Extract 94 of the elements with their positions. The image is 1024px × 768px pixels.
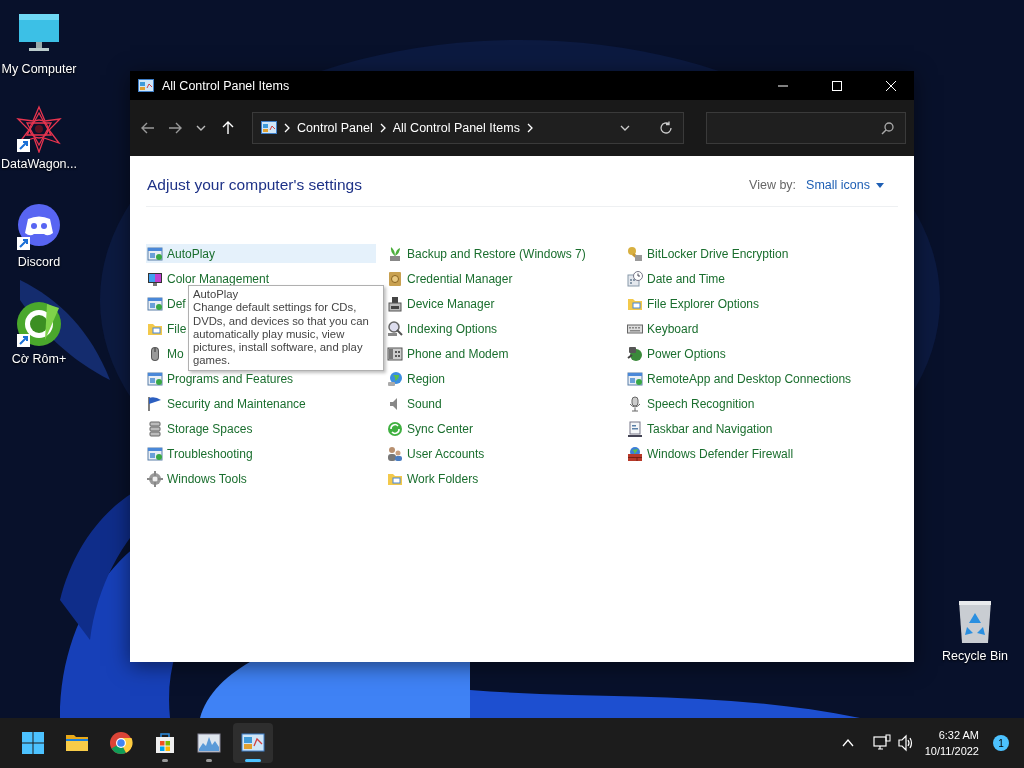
view-by-label: View by: [749,178,797,192]
settings-link[interactable]: Windows Tools [146,469,247,488]
settings-link[interactable]: Sync Center [386,419,474,438]
page-heading: Adjust your computer's settings [147,176,363,194]
settings-link[interactable]: Device Manager [386,294,495,313]
panel-window-icon [261,120,277,136]
settings-link[interactable]: Region [386,369,446,388]
breadcrumb[interactable]: Control Panel [297,121,373,135]
settings-link[interactable]: Taskbar and Navigation [626,419,773,438]
breadcrumb[interactable]: All Control Panel Items [392,121,520,135]
search-icon[interactable] [881,121,895,135]
refresh-icon[interactable] [659,121,673,135]
window-icon [147,245,163,262]
window-icon [627,370,643,387]
icon-label: DataWagon... [1,157,77,171]
taskbar-button[interactable] [233,723,273,763]
maximize-icon[interactable] [832,80,842,91]
forward-arrow-icon[interactable] [166,120,183,136]
settings-link[interactable]: Programs and Features [146,369,294,388]
power-icon [627,345,643,362]
clock-time: 6:32 AM [938,728,979,743]
settings-link[interactable]: Work Folders [386,469,479,488]
view-dropdown[interactable]: Small icons [806,178,884,192]
settings-link[interactable]: RemoteApp and Desktop Connections [626,369,852,388]
back-arrow-icon[interactable] [140,120,157,136]
settings-link[interactable]: Power Options [626,344,726,363]
document-icon [627,420,643,437]
icon-label: My Computer [1,62,77,76]
monitor-icon [147,270,163,287]
chevron-icon[interactable] [525,123,534,133]
chevron-icon[interactable] [378,123,387,133]
phone-icon [387,345,403,362]
settings-link[interactable]: Backup and Restore (Windows 7) [386,244,586,263]
sync-icon [387,420,403,437]
shortcut-icon[interactable] [15,203,63,251]
globe-icon [387,370,403,387]
network-icon[interactable] [872,734,891,752]
search-field[interactable] [706,112,906,144]
volume-icon[interactable] [896,734,915,752]
magnifier-icon [387,320,403,337]
gear-icon [147,470,163,487]
settings-link[interactable]: Keyboard [626,319,699,338]
chart-window-icon [197,731,221,755]
plant-icon [387,245,403,262]
icon-label: Recycle Bin [942,649,1008,663]
chevron-icon[interactable] [283,123,291,133]
caret-icon[interactable] [876,182,884,188]
store-icon [153,731,177,755]
settings-link[interactable]: Windows Defender Firewall [626,444,794,463]
settings-link[interactable]: Mo [146,344,184,363]
shortcut-icon[interactable] [15,300,63,348]
brick-wall-icon [627,445,643,462]
disk-stack-icon [147,420,163,437]
flag-icon [147,395,163,412]
settings-link[interactable]: Color Management [146,269,270,288]
icon-label: Cờ Rôm+ [11,352,67,366]
close-icon[interactable] [886,80,896,91]
address-bar[interactable]: Control Panel All Control Panel Items [252,112,684,144]
settings-link[interactable]: Sound [386,394,442,413]
window-title: All Control Panel Items [162,78,291,93]
calendar-icon [627,270,643,287]
settings-link[interactable]: BitLocker Drive Encryption [626,244,789,263]
settings-link[interactable]: Storage Spaces [146,419,253,438]
tooltip-text: Change default settings for CDs, DVDs, and devices so that you can automatically play music, view pictures, install software, and play games. [193,301,370,368]
settings-link[interactable]: Date and Time [626,269,726,288]
window-icon [147,370,163,387]
settings-link[interactable]: Security and Maintenance [146,394,306,413]
settings-link[interactable]: Phone and Modem [386,344,509,363]
clock[interactable]: 6:32 AM 10/11/2022 [924,727,979,759]
people-icon [387,445,403,462]
shortcut-icon[interactable] [15,105,63,153]
microphone-icon [627,395,643,412]
start-icon [21,731,45,755]
settings-link[interactable]: Speech Recognition [626,394,755,413]
settings-link[interactable]: Def [146,294,186,313]
key-icon [627,245,643,262]
clock-date: 10/11/2022 [924,744,979,759]
icon-label: Discord [17,255,61,269]
safe-icon [387,270,403,287]
panel-window-icon [138,77,154,94]
settings-link[interactable]: Credential Manager [386,269,513,288]
settings-link[interactable]: Indexing Options [386,319,498,338]
settings-link[interactable]: File Explorer Options [626,294,760,313]
browser-icon [109,731,133,755]
window-icon [147,295,163,312]
settings-link[interactable]: AutoPlay [146,244,376,263]
notification-badge[interactable]: 1 [993,735,1009,751]
settings-link[interactable]: User Accounts [386,444,485,463]
tooltip-title: AutoPlay [193,288,240,302]
panel-window-icon [241,731,265,755]
settings-link[interactable]: Troubleshooting [146,444,253,463]
settings-link[interactable]: File [146,319,187,338]
window-icon [147,445,163,462]
device-icon [387,295,403,312]
